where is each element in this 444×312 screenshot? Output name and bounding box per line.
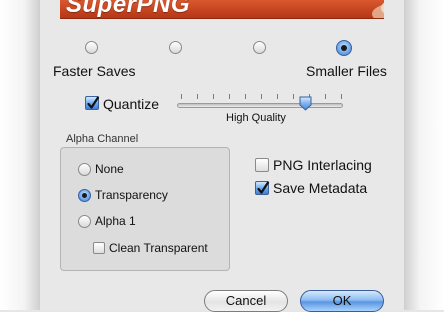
clean-transparent-label: Clean Transparent bbox=[109, 241, 208, 255]
banner-title: SuperPNG bbox=[66, 0, 191, 18]
slider-tick bbox=[229, 94, 230, 99]
png-interlacing-label: PNG Interlacing bbox=[273, 157, 372, 173]
quality-slider-thumb[interactable] bbox=[299, 96, 312, 111]
alpha-channel-title: Alpha Channel bbox=[66, 133, 139, 145]
png-interlacing-checkbox[interactable] bbox=[255, 158, 269, 172]
alpha-none-label: None bbox=[95, 162, 124, 176]
quality-caption: High Quality bbox=[226, 112, 286, 124]
clean-transparent-checkbox[interactable] bbox=[93, 242, 105, 254]
alpha-none-radio[interactable] bbox=[78, 163, 91, 176]
alpha-alpha1-radio[interactable] bbox=[78, 215, 91, 228]
slider-tick bbox=[197, 94, 198, 99]
superpng-banner: SuperPNG bbox=[60, 0, 384, 19]
alpha-alpha1-label: Alpha 1 bbox=[95, 214, 136, 228]
quantize-label: Quantize bbox=[103, 96, 160, 112]
quantize-checkbox[interactable] bbox=[85, 96, 100, 110]
slider-tick bbox=[181, 94, 182, 99]
compression-option-1-radio[interactable] bbox=[85, 41, 98, 54]
frog-logo-icon bbox=[372, 2, 384, 18]
alpha-transparency-radio[interactable] bbox=[78, 189, 91, 202]
window-edge-right bbox=[404, 0, 444, 310]
slider-tick bbox=[293, 94, 294, 99]
save-metadata-checkbox[interactable] bbox=[255, 181, 270, 195]
alpha-transparency-label: Transparency bbox=[95, 188, 168, 202]
compression-option-3-radio[interactable] bbox=[253, 41, 266, 54]
slider-tick bbox=[325, 94, 326, 99]
ok-button[interactable]: OK bbox=[300, 290, 384, 312]
window-edge-left bbox=[0, 0, 40, 310]
faster-saves-label: Faster Saves bbox=[53, 63, 136, 79]
slider-tick bbox=[213, 94, 214, 99]
slider-tick bbox=[245, 94, 246, 99]
compression-option-2-radio[interactable] bbox=[169, 41, 182, 54]
slider-tick bbox=[277, 94, 278, 99]
cancel-button[interactable]: Cancel bbox=[204, 290, 288, 312]
slider-tick bbox=[261, 94, 262, 99]
checkmark-icon bbox=[257, 181, 270, 194]
save-metadata-label: Save Metadata bbox=[273, 180, 368, 196]
smaller-files-label: Smaller Files bbox=[306, 63, 387, 79]
compression-option-4-radio[interactable] bbox=[336, 40, 352, 56]
checkmark-icon bbox=[87, 96, 100, 109]
quality-slider-track[interactable] bbox=[177, 103, 343, 108]
slider-tick bbox=[341, 94, 342, 99]
